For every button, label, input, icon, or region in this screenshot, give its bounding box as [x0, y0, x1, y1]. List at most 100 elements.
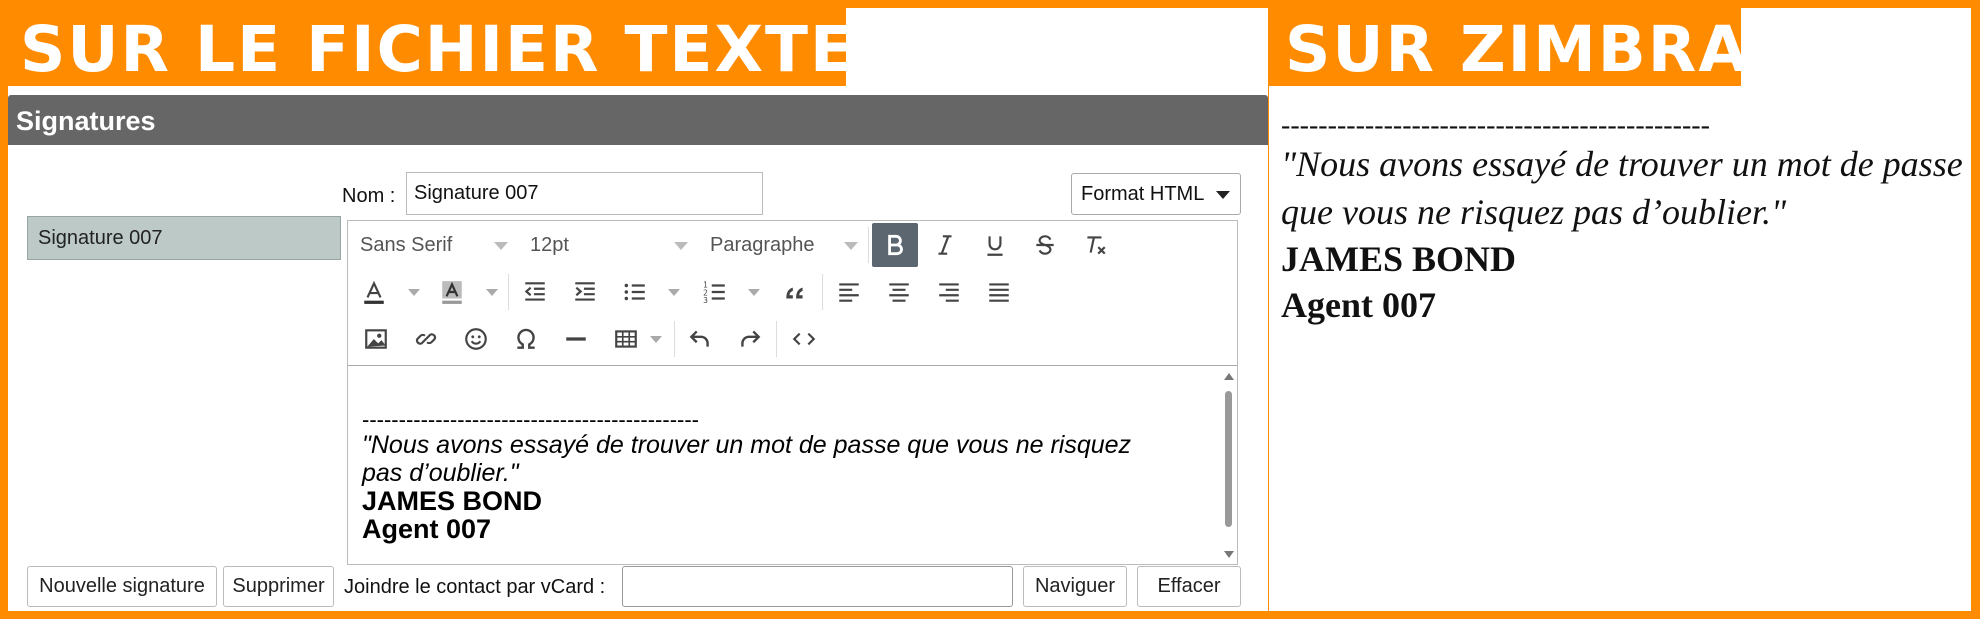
chevron-down-icon[interactable] — [486, 289, 498, 296]
preview-dashes: ----------------------------------------… — [1281, 110, 1710, 141]
browse-button[interactable]: Naviguer — [1023, 566, 1127, 607]
signature-agent: Agent 007 — [362, 514, 492, 544]
align-left-button[interactable] — [826, 270, 872, 314]
font-size-value: 12pt — [530, 233, 569, 256]
bold-icon — [888, 234, 903, 256]
indent-icon — [575, 282, 595, 301]
chevron-down-icon — [674, 242, 688, 250]
align-right-icon — [939, 283, 959, 302]
blockquote-button[interactable] — [772, 270, 818, 314]
underline-icon — [987, 236, 1003, 256]
clear-format-icon — [1087, 236, 1106, 255]
outdent-button[interactable] — [512, 270, 558, 314]
banner-text-file: SUR LE FICHIER TEXTE — [0, 0, 853, 86]
insert-link-button[interactable] — [404, 317, 448, 361]
scroll-up-icon[interactable] — [1224, 373, 1234, 380]
font-family-value: Sans Serif — [360, 233, 453, 256]
justify-button[interactable] — [976, 270, 1022, 314]
image-icon — [365, 329, 387, 349]
align-center-icon — [889, 283, 909, 302]
block-format-value: Paragraphe — [710, 233, 815, 256]
scroll-down-icon[interactable] — [1224, 551, 1234, 558]
redo-icon — [741, 330, 761, 347]
text-color-icon — [364, 280, 384, 304]
chevron-down-icon[interactable] — [748, 289, 760, 296]
vcard-label: Joindre le contact par vCard : — [344, 576, 606, 598]
align-right-button[interactable] — [926, 270, 972, 314]
toolbar-separator — [868, 227, 869, 263]
strikethrough-button[interactable] — [1022, 223, 1068, 267]
italic-icon — [938, 235, 952, 255]
editor-content-area[interactable]: ----------------------------------------… — [362, 369, 1212, 544]
delete-button[interactable]: Supprimer — [223, 566, 334, 607]
undo-icon — [689, 330, 709, 347]
numbered-list-button[interactable]: 123 — [692, 270, 738, 314]
insert-image-button[interactable] — [354, 317, 398, 361]
banner-zimbra: SUR ZIMBRA — [1269, 0, 1747, 86]
new-signature-button[interactable]: Nouvelle signature — [27, 566, 217, 607]
svg-text:3: 3 — [703, 296, 708, 305]
signatures-header: Signatures — [8, 95, 1268, 145]
chevron-down-icon[interactable] — [650, 336, 662, 343]
font-family-dropdown[interactable]: Sans Serif — [352, 223, 512, 267]
source-code-icon — [792, 332, 816, 346]
horizontal-rule-icon — [566, 337, 586, 341]
special-char-button[interactable] — [504, 317, 548, 361]
bullet-list-icon — [624, 283, 645, 301]
format-select[interactable]: Format HTML — [1071, 173, 1241, 215]
clear-format-button[interactable] — [1072, 223, 1118, 267]
toolbar-separator — [822, 274, 823, 310]
rich-text-editor: Sans Serif 12pt Paragraphe 1 2 3 -------… — [347, 220, 1238, 565]
text-color-button[interactable] — [354, 270, 394, 314]
background-color-icon — [442, 281, 462, 304]
blockquote-icon — [786, 287, 803, 299]
numbered-list-icon: 123 — [703, 281, 725, 305]
redo-button[interactable] — [728, 317, 772, 361]
chevron-down-icon — [844, 242, 858, 250]
editor-toolbar: Sans Serif 12pt Paragraphe 1 2 3 — [348, 221, 1237, 366]
emoticon-icon — [465, 328, 487, 350]
editor-scrollbar[interactable] — [1221, 367, 1237, 564]
align-center-button[interactable] — [876, 270, 922, 314]
preview-quote: "Nous avons essayé de trouver un mot de … — [1281, 144, 1963, 232]
signature-quote: "Nous avons essayé de trouver un mot de … — [362, 431, 1132, 487]
background-color-button[interactable] — [432, 270, 472, 314]
indent-button[interactable] — [562, 270, 608, 314]
signature-name: JAMES BOND — [362, 486, 543, 516]
special-char-icon — [517, 328, 535, 349]
zimbra-signature-preview: ----------------------------------------… — [1281, 112, 1971, 328]
outdent-icon — [524, 282, 545, 301]
chevron-down-icon[interactable] — [408, 289, 420, 296]
insert-emoticon-button[interactable] — [454, 317, 498, 361]
signature-list-item[interactable]: Signature 007 — [27, 216, 341, 260]
block-format-dropdown[interactable]: Paragraphe — [702, 223, 862, 267]
align-left-icon — [839, 283, 859, 302]
chevron-down-icon[interactable] — [668, 289, 680, 296]
bold-button[interactable] — [872, 223, 918, 267]
insert-table-button[interactable] — [604, 317, 648, 361]
undo-button[interactable] — [678, 317, 722, 361]
chevron-down-icon — [494, 242, 508, 250]
signature-name-input[interactable] — [406, 172, 763, 215]
vcard-input[interactable] — [622, 566, 1013, 607]
link-icon — [415, 333, 437, 345]
preview-name: JAMES BOND — [1281, 239, 1517, 279]
scrollbar-thumb[interactable] — [1225, 391, 1232, 527]
justify-icon — [989, 283, 1009, 302]
toolbar-separator — [508, 274, 509, 310]
nom-label: Nom : — [342, 185, 396, 207]
format-select-value: Format HTML — [1081, 183, 1205, 205]
toolbar-separator — [674, 321, 675, 357]
bullet-list-button[interactable] — [612, 270, 658, 314]
underline-button[interactable] — [972, 223, 1018, 267]
italic-button[interactable] — [922, 223, 968, 267]
toolbar-separator — [776, 321, 777, 357]
font-size-dropdown[interactable]: 12pt — [522, 223, 692, 267]
preview-agent: Agent 007 — [1281, 285, 1436, 325]
chevron-down-icon — [1216, 191, 1230, 199]
source-code-button[interactable] — [782, 317, 826, 361]
table-icon — [615, 330, 637, 348]
clear-button[interactable]: Effacer — [1137, 566, 1241, 607]
horizontal-rule-button[interactable] — [554, 317, 598, 361]
signature-dashes: ----------------------------------------… — [362, 407, 700, 432]
